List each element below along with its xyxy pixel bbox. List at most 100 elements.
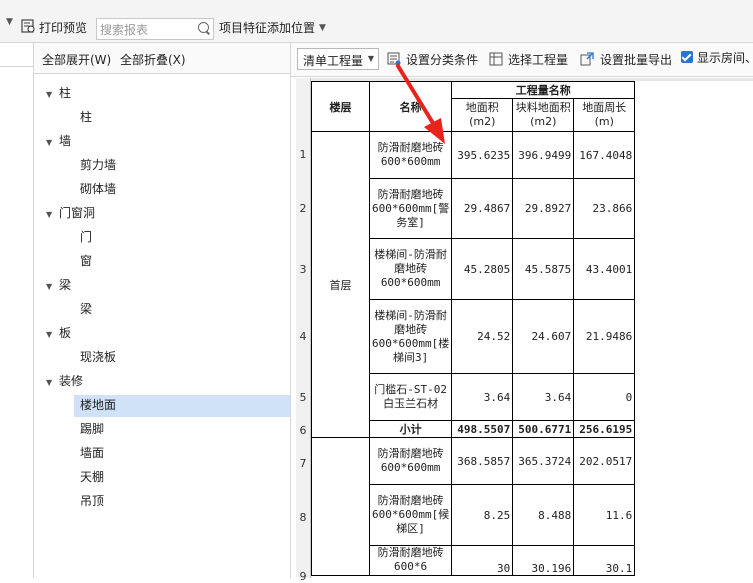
block-area-cell[interactable]: 500.6771	[512, 420, 575, 438]
block-area-cell[interactable]: 30.196	[512, 545, 575, 576]
perimeter-cell[interactable]: 23.866	[573, 178, 636, 239]
item-name-cell[interactable]: 防滑耐磨地砖600*600mm[候梯区]	[368, 484, 453, 546]
search-input[interactable]: 搜索报表	[96, 18, 214, 40]
item-name-cell[interactable]: 楼梯间-防滑耐磨地砖600*600mm	[368, 238, 453, 300]
select-quantity-button[interactable]: 选择工程量	[508, 52, 568, 68]
item-name-cell[interactable]: 防滑耐磨地砖600*600mm	[368, 437, 453, 485]
item-name-cell[interactable]: 楼梯间-防滑耐磨地砖600*600mm[楼梯间3]	[368, 299, 453, 374]
show-rooms-checkbox[interactable]	[681, 51, 693, 63]
tree-item-skirting[interactable]: 踢脚	[80, 418, 104, 440]
collapse-icon[interactable]: ▼	[46, 90, 52, 99]
table-row[interactable]: 防滑耐磨地砖600*600mm 368.5857 365.3724 202.05…	[311, 437, 636, 576]
top-toolbar: ▼ 打印预览 搜索报表 项目特征添加位置 ▼	[0, 0, 753, 43]
row-number[interactable]: 4	[296, 330, 310, 343]
collapse-icon[interactable]: ▼	[46, 138, 52, 147]
perimeter-cell[interactable]: 21.9486	[573, 299, 636, 374]
tree-item-door[interactable]: 门	[80, 226, 92, 248]
block-area-cell[interactable]: 8.488	[512, 484, 575, 546]
chevron-down-icon: ▼	[367, 54, 374, 63]
collapse-all-button[interactable]: 全部折叠(X)	[120, 51, 186, 68]
area-cell[interactable]: 29.4867	[451, 178, 514, 239]
print-preview-button[interactable]: 打印预览	[39, 18, 87, 38]
collapse-icon[interactable]: ▼	[46, 210, 52, 219]
area-cell[interactable]: 368.5857	[451, 437, 514, 485]
select-quantity-icon	[489, 52, 503, 66]
perimeter-cell[interactable]: 0	[573, 373, 636, 421]
header-block-area[interactable]: 块料地面积(m2)	[512, 98, 575, 132]
row-number[interactable]: 9	[296, 570, 310, 583]
row-number[interactable]: 3	[296, 263, 310, 276]
perimeter-cell[interactable]: 11.6	[573, 484, 636, 546]
header-perimeter[interactable]: 地面周长(m)	[573, 98, 636, 132]
row-number[interactable]: 1	[296, 148, 310, 161]
tree-group-slab[interactable]: 板	[59, 322, 71, 344]
row-number[interactable]: 7	[296, 457, 310, 470]
area-cell[interactable]: 24.52	[451, 299, 514, 374]
area-cell[interactable]: 498.5507	[451, 420, 514, 438]
quantity-type-select[interactable]: 清单工程量 ▼	[297, 48, 379, 70]
collapse-icon[interactable]: ▼	[46, 330, 52, 339]
chevron-down-icon[interactable]: ▼	[6, 17, 13, 27]
collapse-icon[interactable]: ▼	[46, 378, 52, 387]
perimeter-cell[interactable]: 43.4001	[573, 238, 636, 300]
area-cell[interactable]: 45.2805	[451, 238, 514, 300]
tree-item-cast-slab[interactable]: 现浇板	[80, 346, 116, 368]
block-area-cell[interactable]: 24.607	[512, 299, 575, 374]
item-name-cell[interactable]: 防滑耐磨地砖600*6	[368, 545, 453, 576]
area-cell[interactable]: 395.6235	[451, 131, 514, 179]
batch-export-button[interactable]: 设置批量导出	[600, 52, 672, 68]
block-area-cell[interactable]: 396.9499	[512, 131, 575, 179]
search-icon[interactable]	[198, 22, 209, 33]
floor-cell[interactable]	[311, 437, 370, 576]
tree-group-decoration[interactable]: 装修	[59, 370, 83, 392]
search-placeholder: 搜索报表	[100, 23, 149, 37]
row-number[interactable]: 5	[296, 391, 310, 404]
batch-export-icon	[580, 52, 594, 66]
header-area[interactable]: 地面积(m2)	[451, 98, 514, 132]
add-position-dropdown-icon[interactable]: ▼	[319, 23, 326, 33]
collapse-icon[interactable]: ▼	[46, 282, 52, 291]
tree-group-wall[interactable]: 墙	[59, 130, 71, 152]
perimeter-cell[interactable]: 30.1	[573, 545, 636, 576]
header-quantity-group[interactable]: 工程量名称	[451, 81, 636, 99]
block-area-cell[interactable]: 3.64	[512, 373, 575, 421]
block-area-cell[interactable]: 45.5875	[512, 238, 575, 300]
tree-group-openings[interactable]: 门窗洞	[59, 202, 95, 224]
block-area-cell[interactable]: 29.8927	[512, 178, 575, 239]
subtotal-label[interactable]: 小计	[368, 420, 453, 438]
item-name-cell[interactable]: 防滑耐磨地砖600*600mm[警务室]	[368, 178, 453, 239]
row-number[interactable]: 2	[296, 202, 310, 215]
set-category-button[interactable]: 设置分类条件	[406, 52, 478, 68]
expand-all-button[interactable]: 全部展开(W)	[42, 51, 111, 68]
perimeter-cell[interactable]: 202.0517	[573, 437, 636, 485]
item-name-cell[interactable]: 防滑耐磨地砖600*600mm	[368, 131, 453, 179]
tree-item-floor-surface[interactable]: 楼地面	[80, 394, 116, 416]
area-cell[interactable]: 30	[451, 545, 514, 576]
table-row[interactable]: 首层 防滑耐磨地砖600*600mm 395.6235 396.9499 167…	[311, 131, 636, 438]
area-cell[interactable]: 3.64	[451, 373, 514, 421]
tree-item-shear-wall[interactable]: 剪力墙	[80, 154, 116, 176]
tree-item-suspended-ceiling[interactable]: 吊顶	[80, 490, 104, 512]
quantity-type-value: 清单工程量	[303, 54, 364, 68]
tree-group-beam[interactable]: 梁	[59, 274, 71, 296]
perimeter-cell[interactable]: 256.6195	[573, 420, 636, 438]
tree-group-column[interactable]: 柱	[59, 82, 71, 104]
tree-item-masonry-wall[interactable]: 砌体墙	[80, 178, 116, 200]
row-number[interactable]: 6	[296, 424, 310, 437]
tree-item-wall-surface[interactable]: 墙面	[80, 442, 104, 464]
tree-item-column[interactable]: 柱	[80, 106, 92, 128]
row-number[interactable]: 8	[296, 511, 310, 524]
tree-item-beam[interactable]: 梁	[80, 298, 92, 320]
tree-item-ceiling[interactable]: 天棚	[80, 466, 104, 488]
tree-header: 全部展开(W) 全部折叠(X)	[34, 43, 290, 74]
item-name-cell[interactable]: 门槛石-ST-02白玉兰石材	[368, 373, 453, 421]
header-floor[interactable]: 楼层	[311, 81, 370, 132]
block-area-cell[interactable]: 365.3724	[512, 437, 575, 485]
header-name[interactable]: 名称	[368, 81, 453, 132]
tree-panel: 全部展开(W) 全部折叠(X)	[34, 43, 291, 578]
area-cell[interactable]: 8.25	[451, 484, 514, 546]
perimeter-cell[interactable]: 167.4048	[573, 131, 636, 179]
floor-cell[interactable]: 首层	[311, 131, 370, 438]
tree-item-window[interactable]: 窗	[80, 250, 92, 272]
add-position-label[interactable]: 项目特征添加位置	[219, 18, 315, 38]
